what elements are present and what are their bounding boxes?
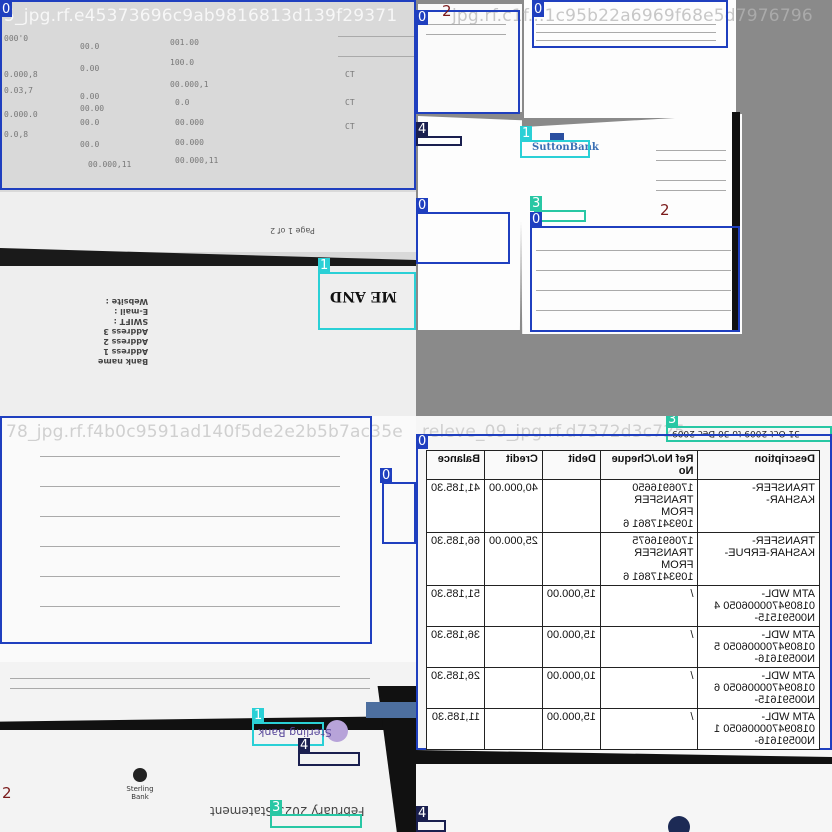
mosaic-tile-1: 000'0 00.0 001.00 0.000,8 0.00 100.0 0.0… [0, 0, 416, 416]
bbox-class-0[interactable] [0, 416, 372, 644]
sterling-logo: Sterling Bank [122, 768, 158, 801]
table-row: ATM WDL- 018094700006050 6 N00591615- / … [426, 667, 820, 709]
mirrored-heading: ME AND [330, 288, 397, 304]
table-cell: TRANSFER- KASHAR-ERPUE- [697, 532, 820, 586]
bbox-class-0[interactable] [416, 212, 510, 264]
table-cell: TRANSFER- KASHAR- [697, 479, 820, 533]
table-cell: 1706916650 TRANSFER FROM 1093417861 6 [600, 479, 698, 533]
statement-table: Description Ref No./Cheque No Debit Cred… [426, 450, 820, 750]
table-cell: / [600, 585, 698, 627]
column-header: Balance [426, 450, 485, 480]
bbox-label: 0 [380, 468, 393, 483]
ghost-rule [656, 180, 726, 181]
sterling-logo-icon [133, 768, 147, 782]
bbox-label: 3 [270, 800, 283, 815]
table-row: TRANSFER- KASHAR- 1706916650 TRANSFER FR… [426, 479, 820, 533]
bbox-class-4[interactable] [416, 820, 446, 832]
table-cell: / [600, 708, 698, 750]
bbox-label: 3 [666, 416, 679, 427]
bbox-label: 4 [298, 738, 311, 753]
column-header: Ref No./Cheque No [600, 450, 698, 480]
bbox-label: 1 [520, 126, 533, 141]
table-cell: 1706916675 TRANSFER FROM 1093417861 6 [600, 532, 698, 586]
table-cell: 36,185.30 [426, 626, 485, 668]
column-header: Credit [484, 450, 543, 480]
table-cell: ATM WDL- 018094700006050 1 N00591616- [697, 708, 820, 750]
ghost-address: Bank name Address 1 Address 2 Address 3 … [98, 297, 149, 366]
mosaic-tile-3: 78_jpg.rf.f4b0c9591ad140f5de2e2b5b7ac35e… [0, 416, 416, 832]
table-cell: 10,000.00 [542, 667, 601, 709]
table-cell [484, 667, 543, 709]
table-cell: ATM WDL- 018094700006050 5 N00591616- [697, 626, 820, 668]
bbox-class-0[interactable] [530, 226, 740, 332]
bbox-label: 0 [416, 198, 429, 213]
page-strip [0, 192, 416, 252]
column-header: Description [697, 450, 820, 480]
table-cell [542, 532, 601, 586]
table-cell: 15,000.00 [542, 708, 601, 750]
bbox-label: 1 [252, 708, 265, 723]
table-cell: 25,000.00 [484, 532, 543, 586]
bank-logo-text: Sterling Bank [258, 726, 332, 739]
table-cell: / [600, 626, 698, 668]
bbox-class-4[interactable] [416, 136, 462, 146]
ghost-rule [656, 160, 726, 161]
table-cell: 15,000.00 [542, 626, 601, 668]
table-row: ATM WDL- 018094700006050 5 N00591616- / … [426, 626, 820, 668]
table-cell [484, 626, 543, 668]
mosaic-tile-2: jpg.rf.c1f...1c95b22a6969f68e5d7976796 S… [416, 0, 832, 416]
table-row: TRANSFER- KASHAR-ERPUE- 1706916675 TRANS… [426, 532, 820, 586]
bbox-label: 1 [318, 258, 331, 273]
bbox-label: 0 [0, 416, 13, 417]
bbox-label: 0 [532, 2, 545, 17]
bbox-label: 4 [416, 122, 429, 137]
table-cell: 66,185.30 [426, 532, 485, 586]
table-cell: 15,000.00 [542, 585, 601, 627]
bbox-label: 0 [530, 212, 543, 227]
table-cell: ATM WDL- 018094700006050 4 N00591515- [697, 585, 820, 627]
bbox-class-0[interactable] [532, 0, 728, 48]
table-header-row: Description Ref No./Cheque No Debit Cred… [426, 450, 820, 480]
bbox-class-1[interactable] [520, 140, 590, 158]
scan-shadow [0, 716, 416, 730]
bbox-label: 0 [416, 434, 429, 449]
bbox-class-3[interactable] [270, 814, 362, 828]
bank-logo-icon [668, 816, 690, 832]
bbox-label: 3 [530, 196, 543, 211]
bbox-class-0[interactable] [416, 10, 520, 114]
table-cell: 41,185.30 [426, 479, 485, 533]
bbox-label: 0 [0, 2, 13, 17]
ghost-rule [10, 688, 370, 689]
bbox-label: 4 [416, 806, 429, 821]
table-cell: 40,000.00 [484, 479, 543, 533]
table-cell: / [600, 667, 698, 709]
table-cell: 11,185.30 [426, 708, 485, 750]
blue-strip [366, 702, 416, 718]
column-header: Debit [542, 450, 601, 480]
table-cell: 51,185.30 [426, 585, 485, 627]
ghost-rule [10, 678, 370, 679]
bbox-class-0[interactable] [382, 482, 416, 544]
ghost-rule [656, 190, 726, 191]
bbox-label: 0 [416, 10, 429, 25]
bbox-label-class-2: 2 [660, 201, 670, 219]
table-cell [542, 479, 601, 533]
bbox-label-class-2: 2 [442, 2, 452, 20]
bbox-label-class-2: 2 [2, 784, 12, 802]
page-label: Page 1 of 2 [270, 226, 315, 235]
bbox-class-0[interactable] [0, 0, 416, 190]
ghost-rule [656, 150, 726, 151]
table-cell: ATM WDL- 018094700006050 6 N00591615- [697, 667, 820, 709]
bbox-class-4[interactable] [298, 752, 360, 766]
bank-logo-icon [550, 133, 564, 140]
table-cell: 26,185.30 [426, 667, 485, 709]
table-cell [484, 708, 543, 750]
table-row: ATM WDL- 018094700006050 1 N00591616- / … [426, 708, 820, 750]
table-row: ATM WDL- 018094700006050 4 N00591515- / … [426, 585, 820, 627]
table-cell [484, 585, 543, 627]
scan-shadow [416, 750, 832, 764]
